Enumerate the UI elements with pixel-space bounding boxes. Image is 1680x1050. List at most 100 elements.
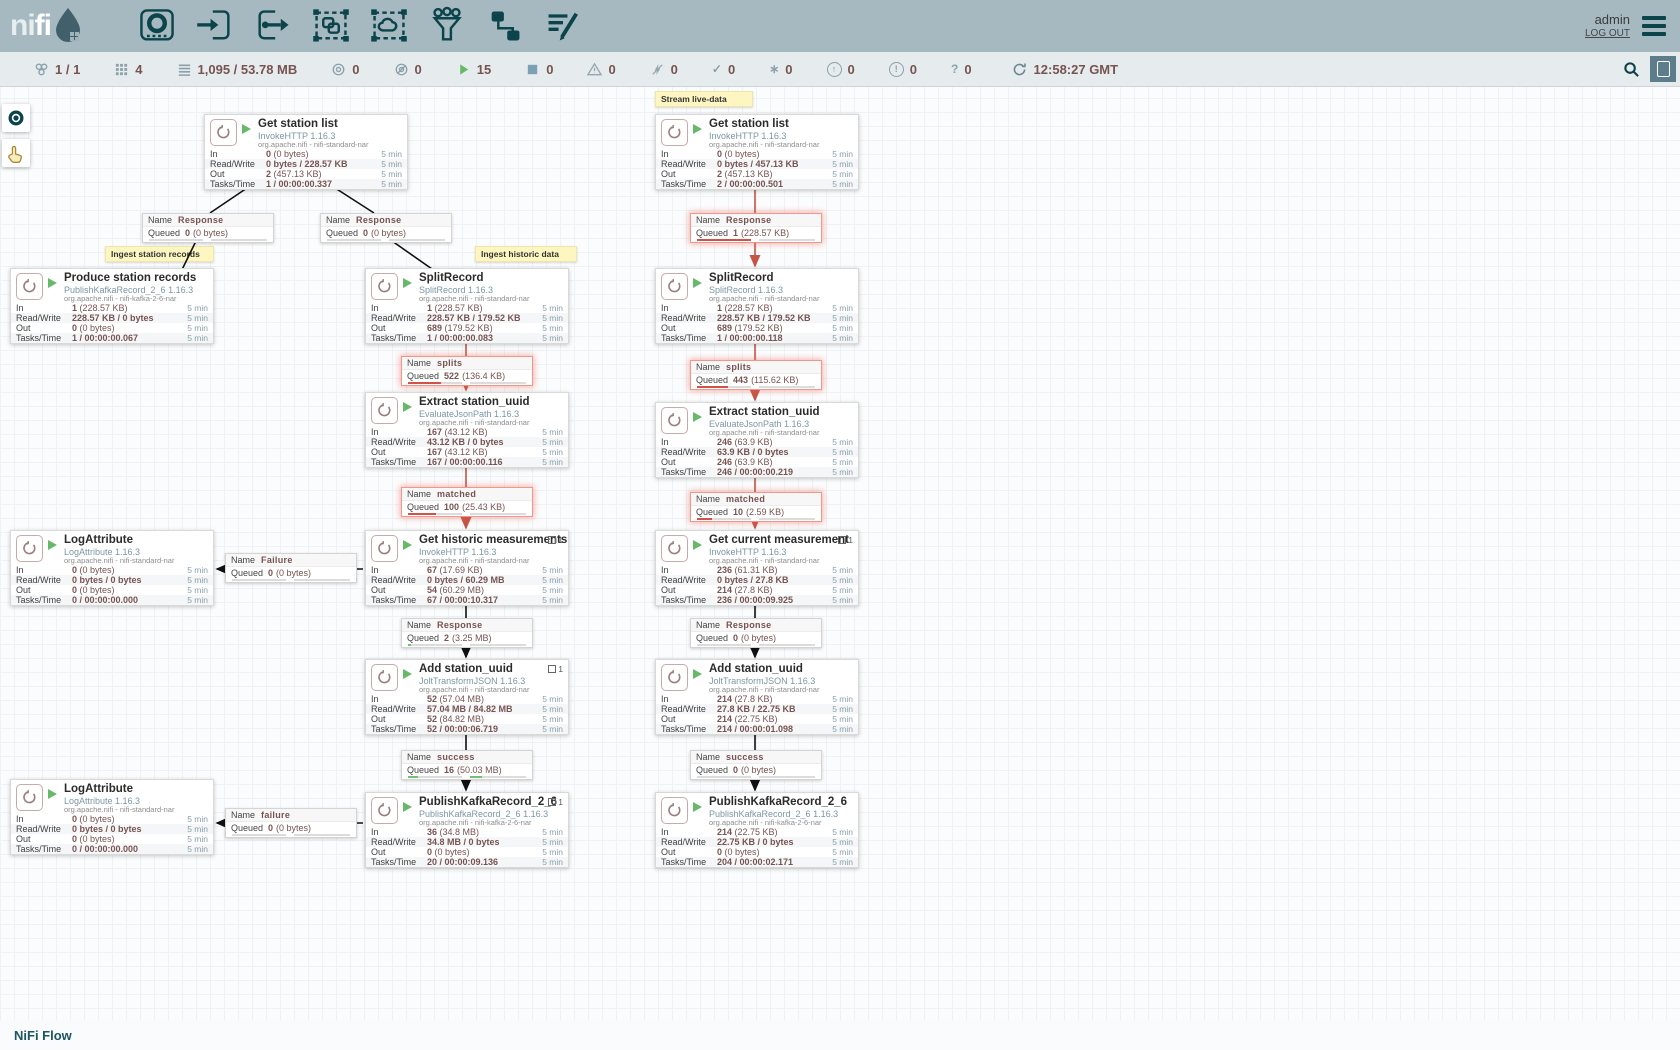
stat-value: 52 / 00:00:06.719 xyxy=(427,724,533,734)
queued-count: 522 xyxy=(444,371,459,381)
processor-extract-station-uuid[interactable]: Extract station_uuidEvaluateJsonPath 1.1… xyxy=(365,392,569,468)
process-group-icon[interactable] xyxy=(310,5,352,47)
relationship-name: matched xyxy=(726,494,765,504)
processor-header: Get station listInvokeHTTP 1.16.3org.apa… xyxy=(656,115,858,149)
processor-produce-station-records[interactable]: Produce station recordsPublishKafkaRecor… xyxy=(10,268,214,344)
funnel-icon[interactable] xyxy=(426,5,468,47)
queued-count: 2 xyxy=(444,633,449,643)
processor-extract-station-uuid[interactable]: Extract station_uuidEvaluateJsonPath 1.1… xyxy=(655,402,859,478)
processor-get-station-list[interactable]: Get station listInvokeHTTP 1.16.3org.apa… xyxy=(204,114,408,190)
stat-row: In1 (228.57 KB)5 min xyxy=(656,303,858,313)
stat-value: 0 bytes / 228.57 KB xyxy=(266,159,372,169)
logout-link[interactable]: LOG OUT xyxy=(1585,28,1630,41)
stat-window: 5 min xyxy=(533,694,563,704)
connection-label-response[interactable]: NameResponseQueued0(0 bytes) xyxy=(320,213,452,243)
connection-label-splits[interactable]: NamesplitsQueued522(136.4 KB) xyxy=(401,356,533,386)
output-port-icon[interactable] xyxy=(252,5,294,47)
input-port-icon[interactable] xyxy=(194,5,236,47)
connection-name-row: NameResponse xyxy=(691,214,821,227)
stat-value: 0 (0 bytes) xyxy=(72,814,178,824)
running-state-icon xyxy=(693,669,702,679)
processor-name: LogAttribute xyxy=(64,534,213,547)
stat-value: 0 (0 bytes) xyxy=(266,149,372,159)
stat-row: In246 (63.9 KB)5 min xyxy=(656,437,858,447)
navigate-palette-button[interactable] xyxy=(2,104,30,132)
stat-label: Tasks/Time xyxy=(661,179,717,189)
disabled-icon xyxy=(650,62,665,77)
processor-icon[interactable] xyxy=(136,5,178,47)
connection-label-failure[interactable]: NamefailureQueued0(0 bytes) xyxy=(225,808,357,838)
processor-publishkafkarecord-2-6[interactable]: PublishKafkaRecord_2_6PublishKafkaRecord… xyxy=(655,792,859,868)
label-icon[interactable] xyxy=(542,5,584,47)
threads-icon xyxy=(548,665,556,673)
queued-size: (0 bytes) xyxy=(276,823,311,833)
status-value: 4 xyxy=(135,62,142,77)
object-threshold-bar xyxy=(697,644,751,646)
stat-window: 5 min xyxy=(823,847,853,857)
stat-window: 5 min xyxy=(823,467,853,477)
connection-queued-row: Queued0(0 bytes) xyxy=(691,632,821,644)
processor-splitrecord[interactable]: SplitRecordSplitRecord 1.16.3org.apache.… xyxy=(365,268,569,344)
queued-size: (2.59 KB) xyxy=(746,507,784,517)
stat-row: Read/Write22.75 KB / 0 bytes5 min xyxy=(656,837,858,847)
global-menu-button[interactable] xyxy=(1642,12,1666,40)
processor-splitrecord[interactable]: SplitRecordSplitRecord 1.16.3org.apache.… xyxy=(655,268,859,344)
up-to-date-icon: ✓ xyxy=(712,63,722,75)
breadcrumb[interactable]: NiFi Flow xyxy=(14,1028,72,1043)
operate-palette-button[interactable] xyxy=(2,139,30,167)
processor-add-station-uuid[interactable]: Add station_uuidJoltTransformJSON 1.16.3… xyxy=(365,659,569,735)
stat-row: Out689 (179.52 KB)5 min xyxy=(366,323,568,333)
connection-queued-row: Queued522(136.4 KB) xyxy=(402,370,532,382)
connection-label-matched[interactable]: NamematchedQueued100(25.43 KB) xyxy=(401,487,533,517)
stat-window: 5 min xyxy=(533,303,563,313)
stat-value: 2 (457.13 KB) xyxy=(717,169,823,179)
remote-process-group-icon[interactable] xyxy=(368,5,410,47)
search-icon[interactable] xyxy=(1623,61,1640,78)
relationship-name: splits xyxy=(726,362,751,372)
panel-toggle-button[interactable] xyxy=(1650,56,1676,82)
running-state-icon xyxy=(693,540,702,550)
stat-value: 689 (179.52 KB) xyxy=(427,323,533,333)
template-icon[interactable] xyxy=(484,5,526,47)
object-threshold-bar xyxy=(697,776,751,778)
processor-icon xyxy=(661,119,688,146)
status-item-locally-modified: ∗0 xyxy=(769,62,792,77)
processor-bundle: org.apache.nifi - nifi-standard-nar xyxy=(419,295,568,303)
connection-label-matched[interactable]: NamematchedQueued10(2.59 KB) xyxy=(690,492,822,522)
connection-label-success[interactable]: NamesuccessQueued0(0 bytes) xyxy=(690,750,822,780)
relationship-name: matched xyxy=(437,489,476,499)
processor-publishkafkarecord-2-6[interactable]: PublishKafkaRecord_2_6PublishKafkaRecord… xyxy=(365,792,569,868)
processor-get-current-measurement[interactable]: Get current measurementInvokeHTTP 1.16.3… xyxy=(655,530,859,606)
stat-label: Tasks/Time xyxy=(210,179,266,189)
refresh-icon[interactable] xyxy=(1012,62,1027,77)
stat-window: 5 min xyxy=(533,827,563,837)
processor-logattribute[interactable]: LogAttributeLogAttribute 1.16.3org.apach… xyxy=(10,779,214,855)
status-item-up-to-date: ✓0 xyxy=(712,62,735,77)
status-value: 0 xyxy=(848,62,855,77)
connection-label-splits[interactable]: NamesplitsQueued443(115.62 KB) xyxy=(690,360,822,390)
connection-label-response[interactable]: NameResponseQueued0(0 bytes) xyxy=(690,618,822,648)
status-item-locally-modified-stale: !0 xyxy=(889,62,917,77)
processor-get-historic-measurements[interactable]: Get historic measurementsInvokeHTTP 1.16… xyxy=(365,530,569,606)
queued-count: 10 xyxy=(733,507,743,517)
queued-size: (0 bytes) xyxy=(193,228,228,238)
relationship-name: Failure xyxy=(261,555,293,565)
processor-icon xyxy=(16,535,43,562)
locally-modified-icon: ∗ xyxy=(769,63,779,75)
connection-label-response[interactable]: NameResponseQueued0(0 bytes) xyxy=(142,213,274,243)
stat-label: Read/Write xyxy=(661,704,717,714)
stat-value: 0 bytes / 457.13 KB xyxy=(717,159,823,169)
processor-header: LogAttributeLogAttribute 1.16.3org.apach… xyxy=(11,531,213,565)
relationship-name: splits xyxy=(437,358,462,368)
processor-get-station-list[interactable]: Get station listInvokeHTTP 1.16.3org.apa… xyxy=(655,114,859,190)
processor-icon xyxy=(371,397,398,424)
connection-label-failure[interactable]: NameFailureQueued0(0 bytes) xyxy=(225,553,357,583)
connection-label-success[interactable]: NamesuccessQueued16(50.03 MB) xyxy=(401,750,533,780)
stat-value: 214 (27.8 KB) xyxy=(717,694,823,704)
connection-label-response[interactable]: NameResponseQueued2(3.25 MB) xyxy=(401,618,533,648)
processor-logattribute[interactable]: LogAttributeLogAttribute 1.16.3org.apach… xyxy=(10,530,214,606)
processor-add-station-uuid[interactable]: Add station_uuidJoltTransformJSON 1.16.3… xyxy=(655,659,859,735)
connection-label-response[interactable]: NameResponseQueued1(228.57 KB) xyxy=(690,213,822,243)
processor-header: Extract station_uuidEvaluateJsonPath 1.1… xyxy=(656,403,858,437)
stat-value: 52 (84.82 MB) xyxy=(427,714,533,724)
